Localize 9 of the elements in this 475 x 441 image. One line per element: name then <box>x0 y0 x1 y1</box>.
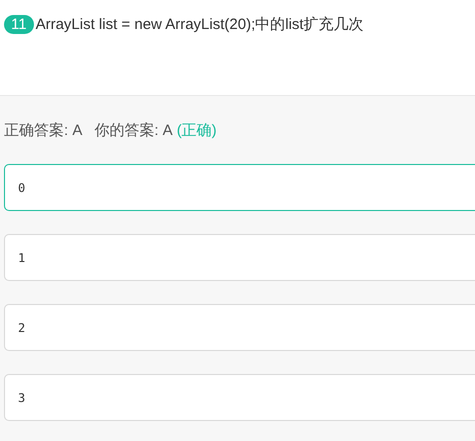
answer-option[interactable]: 2 <box>4 304 475 351</box>
correct-answer-label: 正确答案: A <box>4 121 82 140</box>
your-answer-label: 你的答案: A <box>94 121 173 140</box>
verdict-label: (正确) <box>176 121 217 140</box>
answer-option[interactable]: 0 <box>4 164 475 211</box>
answer-option[interactable]: 1 <box>4 234 475 281</box>
answer-option[interactable]: 3 <box>4 374 475 421</box>
question-text: ArrayList list = new ArrayList(20);中的list扩充几次 <box>36 15 364 34</box>
question-number-badge: 11 <box>4 15 34 34</box>
